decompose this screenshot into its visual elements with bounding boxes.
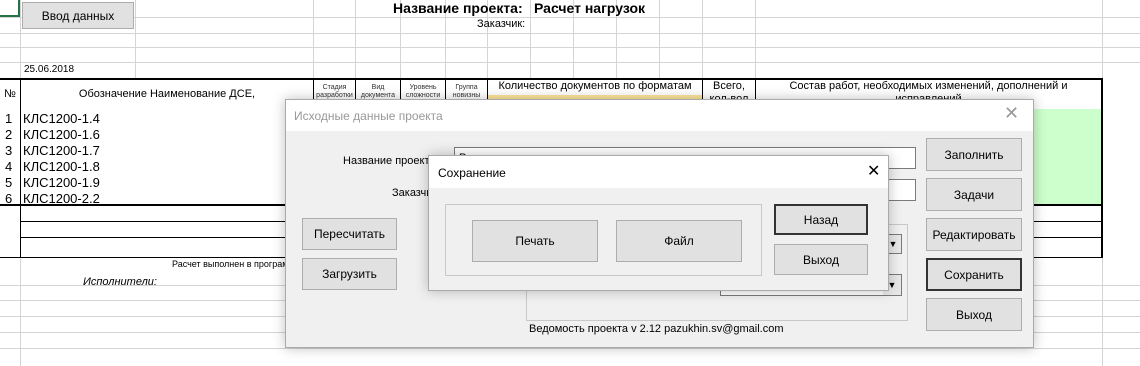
date-cell: 25.06.2018 (24, 64, 75, 75)
back-button[interactable]: Назад (774, 204, 868, 235)
version-footer: Ведомость проекта v 2.12 pazukhin.sv@gma… (529, 323, 784, 335)
save-dialog-titlebar: Сохранение ✕ (429, 156, 888, 188)
row-name: КЛС1200-1.8 (23, 159, 100, 174)
fill-button[interactable]: Заполнить (926, 138, 1022, 171)
executors-label: Исполнители: (83, 276, 157, 288)
input-data-button[interactable]: Ввод данных (22, 2, 134, 29)
header-doc-count: Количество документов по форматам (498, 80, 692, 92)
project-title-value: Расчет нагрузок (534, 0, 646, 16)
row-name: КЛС1200-1.4 (23, 111, 100, 126)
edit-button[interactable]: Редактировать (926, 218, 1022, 251)
save-dialog-title: Сохранение (438, 166, 506, 180)
tasks-button[interactable]: Задачи (926, 178, 1022, 211)
row-name: КЛС1200-2.2 (23, 191, 100, 206)
recalc-button[interactable]: Пересчитать (302, 218, 397, 250)
header-designation: Обозначение Наименование ДСЕ, (78, 88, 256, 100)
row-number: 1 (5, 111, 13, 126)
close-icon[interactable]: ✕ (1004, 103, 1019, 124)
calc-note: Расчет выполнен в программе (172, 259, 300, 269)
row-number: 6 (5, 191, 13, 206)
file-button[interactable]: Файл (616, 220, 742, 262)
save-exit-button[interactable]: Выход (774, 244, 868, 275)
row-name: КЛС1200-1.7 (23, 143, 100, 158)
work-cells-green (1034, 109, 1101, 204)
row-number: 4 (5, 159, 13, 174)
row-number: 5 (5, 175, 13, 190)
customer-label: Заказчик: (477, 18, 526, 30)
save-dialog: Сохранение ✕ Печать Файл Назад Выход (428, 155, 889, 291)
load-button[interactable]: Загрузить (302, 258, 397, 290)
project-name-label: Название проекта (343, 155, 436, 167)
active-cell-indicator (0, 0, 20, 17)
close-icon[interactable]: ✕ (867, 161, 880, 181)
header-number: № (4, 88, 16, 100)
row-number: 3 (5, 143, 13, 158)
project-dialog-titlebar: Исходные данные проекта ✕ (286, 100, 1033, 131)
row-name: КЛС1200-1.9 (23, 175, 100, 190)
exit-button[interactable]: Выход (926, 298, 1022, 331)
row-name: КЛС1200-1.6 (23, 127, 100, 142)
project-dialog-title: Исходные данные проекта (294, 109, 443, 123)
print-button[interactable]: Печать (472, 220, 598, 262)
project-title-label: Название проекта: (393, 0, 523, 16)
row-number: 2 (5, 127, 13, 142)
save-button[interactable]: Сохранить (926, 258, 1022, 291)
